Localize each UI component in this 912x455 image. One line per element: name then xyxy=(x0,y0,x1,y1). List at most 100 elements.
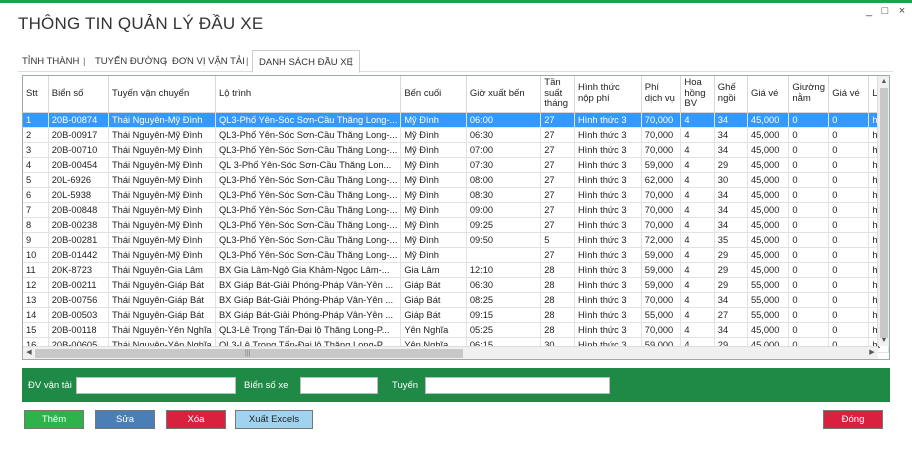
table-cell: 4 xyxy=(680,217,715,233)
column-header[interactable]: Giá vé xyxy=(747,76,790,113)
table-cell: 12 xyxy=(23,277,49,293)
vehicle-data-grid[interactable]: Stt Biển số Tuyến vận chuyển Lộ trình Bến cu… xyxy=(22,75,890,360)
table-cell: 0 xyxy=(788,307,830,323)
delete-button[interactable]: Xóa xyxy=(166,410,226,429)
maximize-button[interactable]: □ xyxy=(878,5,892,17)
scroll-up-icon[interactable]: ▲ xyxy=(878,76,889,87)
table-cell: Thái Nguyên-Giáp Bát xyxy=(108,277,216,293)
table-cell: 28 xyxy=(540,292,575,308)
table-cell: QL3-Phố Yên-Sóc Sơn-Cầu Thăng Long-... xyxy=(215,127,402,143)
table-cell: Thái Nguyên-Mỹ Đình xyxy=(108,157,216,173)
close-button[interactable]: Đóng xyxy=(823,410,883,429)
horizontal-scrollbar[interactable]: ◀ ||| ▶ xyxy=(23,346,878,359)
column-header[interactable]: Giường nằm xyxy=(788,76,830,113)
column-header[interactable]: Lộ trình xyxy=(215,76,402,113)
table-cell: 0 xyxy=(828,172,870,188)
table-row[interactable]: 12 20B-00211 Thái Nguyên-Giáp Bát BX Giáp B… xyxy=(23,277,889,293)
table-cell: 70,000 xyxy=(641,322,682,338)
table-cell: 34 xyxy=(714,187,748,203)
column-header[interactable]: Giá vé xyxy=(828,76,870,113)
table-cell: 0 xyxy=(828,322,870,338)
route-input[interactable] xyxy=(425,377,610,394)
table-cell: 0 xyxy=(788,157,830,173)
tab-tuyen-duong[interactable]: TUYẾN ĐƯỜNG xyxy=(95,56,167,67)
table-row[interactable]: 1 20B-00874 Thái Nguyên-Mỹ Đình QL3-Phố Yên… xyxy=(23,112,889,128)
column-header[interactable]: Tuyến vận chuyển xyxy=(108,76,216,113)
column-header[interactable]: Stt xyxy=(23,76,49,113)
tab-tinh-thanh[interactable]: TỈNH THÀNH xyxy=(22,56,79,67)
minimize-button[interactable]: _ xyxy=(862,5,876,17)
table-cell: QL3-Phố Yên-Sóc Sơn-Cầu Thăng Long-... xyxy=(215,217,402,233)
column-header[interactable]: Ghế ngồi xyxy=(714,76,748,113)
horizontal-scroll-thumb[interactable]: ||| xyxy=(35,349,463,358)
add-button[interactable]: Thêm xyxy=(24,410,84,429)
table-cell: 27 xyxy=(540,202,575,218)
column-header[interactable]: Hình thức nộp phí xyxy=(574,76,642,113)
table-cell: 34 xyxy=(714,217,748,233)
table-row[interactable]: 3 20B-00710 Thái Nguyên-Mỹ Đình QL3-Phố Yên… xyxy=(23,142,889,158)
column-header[interactable]: Biển số xyxy=(48,76,109,113)
table-cell: 20B-00454 xyxy=(48,157,109,173)
edit-button[interactable]: Sửa xyxy=(95,410,155,429)
table-row[interactable]: 15 20B-00118 Thái Nguyên-Yên Nghĩa QL3-Lê T… xyxy=(23,322,889,338)
table-cell: 0 xyxy=(788,232,830,248)
table-cell: 09:25 xyxy=(466,217,542,233)
column-header[interactable]: Hoa hồng BV xyxy=(680,76,715,113)
table-cell: 20K-8723 xyxy=(48,262,109,278)
tab-don-vi-van-tai[interactable]: ĐƠN VỊ VẬN TẢI xyxy=(172,56,245,67)
export-excel-button[interactable]: Xuất Excels xyxy=(235,410,313,429)
close-window-button[interactable]: × xyxy=(895,5,909,17)
table-cell: 20B-00238 xyxy=(48,217,109,233)
table-row[interactable]: 8 20B-00238 Thái Nguyên-Mỹ Đình QL3-Phố Yên… xyxy=(23,217,889,233)
table-row[interactable]: 14 20B-00503 Thái Nguyên-Giáp Bát BX Giáp B… xyxy=(23,307,889,323)
table-cell: Thái Nguyên-Mỹ Đình xyxy=(108,247,216,263)
table-cell: Mỹ Đình xyxy=(400,127,467,143)
table-row[interactable]: 13 20B-00756 Thái Nguyên-Giáp Bát BX Giáp B… xyxy=(23,292,889,308)
table-row[interactable]: 9 20B-00281 Thái Nguyên-Mỹ Đình QL3-Phố Yên… xyxy=(23,232,889,248)
table-cell: 5 xyxy=(540,232,575,248)
table-cell: Mỹ Đình xyxy=(400,157,467,173)
table-cell: Thái Nguyên-Mỹ Đình xyxy=(108,172,216,188)
table-cell: Mỹ Đình xyxy=(400,112,467,128)
table-cell: 4 xyxy=(680,247,715,263)
table-cell: 20B-00281 xyxy=(48,232,109,248)
table-cell: 0 xyxy=(788,172,830,188)
column-header[interactable]: Tần suất tháng xyxy=(540,76,575,113)
table-cell: Hình thức 3 xyxy=(574,232,642,248)
table-row[interactable]: 2 20B-00917 Thái Nguyên-Mỹ Đình QL3-Phố Yên… xyxy=(23,127,889,143)
table-cell: 29 xyxy=(714,247,748,263)
column-header[interactable]: Phí dịch vụ xyxy=(641,76,682,113)
table-cell: 34 xyxy=(714,322,748,338)
table-row[interactable]: 11 20K-8723 Thái Nguyên-Gia Lâm BX Gia Lâm-… xyxy=(23,262,889,278)
operator-input[interactable] xyxy=(76,377,236,394)
scroll-right-icon[interactable]: ▶ xyxy=(866,347,878,359)
table-row[interactable]: 10 20B-01442 Thái Nguyên-Mỹ Đình QL3-Phố Yê… xyxy=(23,247,889,263)
scroll-grip: ||| xyxy=(245,350,251,357)
table-cell: 70,000 xyxy=(641,187,682,203)
column-header[interactable]: Bến cuối xyxy=(400,76,467,113)
table-row[interactable]: 5 20L-6926 Thái Nguyên-Mỹ Đình QL3-Phố Yên-… xyxy=(23,172,889,188)
table-cell: 4 xyxy=(680,187,715,203)
table-cell: Thái Nguyên-Mỹ Đình xyxy=(108,232,216,248)
table-row[interactable]: 4 20B-00454 Thái Nguyên-Mỹ Đình QL 3-Phố Yê… xyxy=(23,157,889,173)
table-cell: 4 xyxy=(680,262,715,278)
plate-input[interactable] xyxy=(300,377,378,394)
table-row[interactable]: 6 20L-5938 Thái Nguyên-Mỹ Đình QL3-Phố Yên-… xyxy=(23,187,889,203)
table-cell: Thái Nguyên-Mỹ Đình xyxy=(108,202,216,218)
grid-header-row: Stt Biển số Tuyến vận chuyển Lộ trình Bến cu… xyxy=(23,76,889,113)
table-row[interactable]: 7 20B-00848 Thái Nguyên-Mỹ Đình QL3-Phố Yên… xyxy=(23,202,889,218)
scroll-down-icon[interactable]: ▼ xyxy=(878,335,889,346)
scroll-left-icon[interactable]: ◀ xyxy=(23,347,35,359)
table-cell: Hình thức 3 xyxy=(574,142,642,158)
window-title: THÔNG TIN QUẢN LÝ ĐẦU XE xyxy=(18,14,264,33)
table-cell: QL3-Phố Yên-Sóc Sơn-Cầu Thăng Long-... xyxy=(215,232,402,248)
table-cell: 0 xyxy=(788,262,830,278)
tab-danh-sach-dau-xe[interactable]: DANH SÁCH ĐẦU XE xyxy=(252,50,360,73)
vertical-scroll-thumb[interactable] xyxy=(880,88,888,338)
grid-body: 1 20B-00874 Thái Nguyên-Mỹ Đình QL3-Phố Yên… xyxy=(23,112,889,353)
table-cell: 3 xyxy=(23,142,49,158)
table-cell: 45,000 xyxy=(747,232,790,248)
vertical-scrollbar[interactable]: ▲ ▼ xyxy=(877,76,889,346)
table-cell: Mỹ Đình xyxy=(400,217,467,233)
column-header[interactable]: Giờ xuất bến xyxy=(466,76,542,113)
